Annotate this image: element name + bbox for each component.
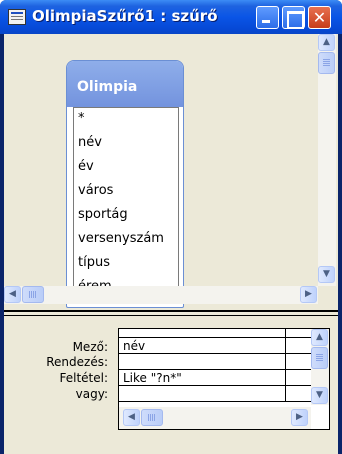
- table-box-olimpia[interactable]: Olimpia * név év város sportág versenysz…: [66, 60, 184, 308]
- table-box-header[interactable]: Olimpia: [67, 61, 183, 107]
- maximize-button[interactable]: [282, 6, 305, 29]
- design-grid[interactable]: név Like "?n*" ▲ ▼ ◀ ▶: [118, 328, 330, 430]
- grid-scroll-left-button[interactable]: ◀: [123, 409, 140, 426]
- grid-line: [119, 369, 329, 370]
- field-item[interactable]: versenyszám: [78, 230, 164, 248]
- arrow-up-icon: ▲: [316, 332, 323, 342]
- field-item[interactable]: név: [78, 134, 102, 152]
- field-list[interactable]: * név év város sportág versenyszám típus…: [73, 107, 179, 303]
- window-title: OlimpiaSzűrő1 : szűrő: [32, 7, 218, 25]
- arrow-left-icon: ◀: [128, 412, 135, 422]
- grid-vertical-scrollbar[interactable]: ▲ ▼: [311, 329, 329, 405]
- grid-line: [119, 353, 329, 354]
- grid-scroll-right-button[interactable]: ▶: [291, 409, 308, 426]
- row-label-or: vagy:: [75, 387, 108, 401]
- table-pane-horizontal-scrollbar[interactable]: ◀ ▶: [4, 286, 318, 304]
- row-label-criteria: Feltétel:: [59, 371, 108, 385]
- table-name: Olimpia: [77, 79, 138, 95]
- scroll-right-button[interactable]: ▶: [300, 286, 317, 303]
- field-item[interactable]: típus: [78, 254, 110, 272]
- query-design-window: OlimpiaSzűrő1 : szűrő ✕ Olimpia * név év…: [0, 0, 342, 454]
- arrow-right-icon: ▶: [296, 412, 303, 422]
- horizontal-scroll-thumb[interactable]: [22, 286, 44, 303]
- minimize-button[interactable]: [256, 6, 279, 29]
- client-area: Olimpia * név év város sportág versenysz…: [4, 34, 338, 454]
- query-window-icon[interactable]: [8, 9, 26, 25]
- grid-horizontal-thumb[interactable]: [141, 409, 163, 426]
- grid-horizontal-scrollbar[interactable]: ◀ ▶: [119, 407, 311, 429]
- arrow-up-icon: ▲: [323, 37, 330, 47]
- title-bar[interactable]: OlimpiaSzűrő1 : szűrő ✕: [0, 0, 342, 34]
- grid-line: [119, 337, 329, 338]
- close-button[interactable]: ✕: [308, 6, 331, 29]
- row-label-field: Mező:: [72, 340, 108, 354]
- scrollbar-corner: [318, 286, 336, 304]
- arrow-left-icon: ◀: [9, 289, 16, 299]
- criteria-cell[interactable]: Like "?n*": [123, 371, 182, 385]
- grid-vertical-thumb[interactable]: [311, 347, 328, 369]
- arrow-right-icon: ▶: [305, 289, 312, 299]
- arrow-down-icon: ▼: [316, 390, 323, 400]
- grid-line: [119, 385, 329, 386]
- arrow-down-icon: ▼: [323, 269, 330, 279]
- scroll-down-button[interactable]: ▼: [318, 266, 335, 283]
- grid-scroll-up-button[interactable]: ▲: [311, 329, 328, 346]
- scroll-up-button[interactable]: ▲: [318, 34, 335, 51]
- vertical-scroll-thumb[interactable]: [318, 52, 335, 74]
- scroll-left-button[interactable]: ◀: [4, 286, 21, 303]
- table-pane-vertical-scrollbar[interactable]: ▲ ▼: [318, 34, 336, 286]
- design-grid-pane: Mező: Rendezés: Feltétel: vagy: név Like…: [4, 316, 338, 454]
- field-item[interactable]: város: [78, 182, 113, 200]
- table-pane: Olimpia * név év város sportág versenysz…: [4, 34, 338, 308]
- field-item[interactable]: *: [78, 110, 85, 128]
- row-label-sort: Rendezés:: [46, 355, 108, 369]
- close-icon: ✕: [312, 8, 327, 27]
- grid-column-divider: [285, 329, 286, 401]
- field-item[interactable]: sportág: [78, 206, 128, 224]
- field-cell[interactable]: név: [123, 339, 145, 353]
- grid-line: [119, 401, 329, 402]
- field-item[interactable]: év: [78, 158, 94, 176]
- grid-scroll-down-button[interactable]: ▼: [311, 387, 328, 404]
